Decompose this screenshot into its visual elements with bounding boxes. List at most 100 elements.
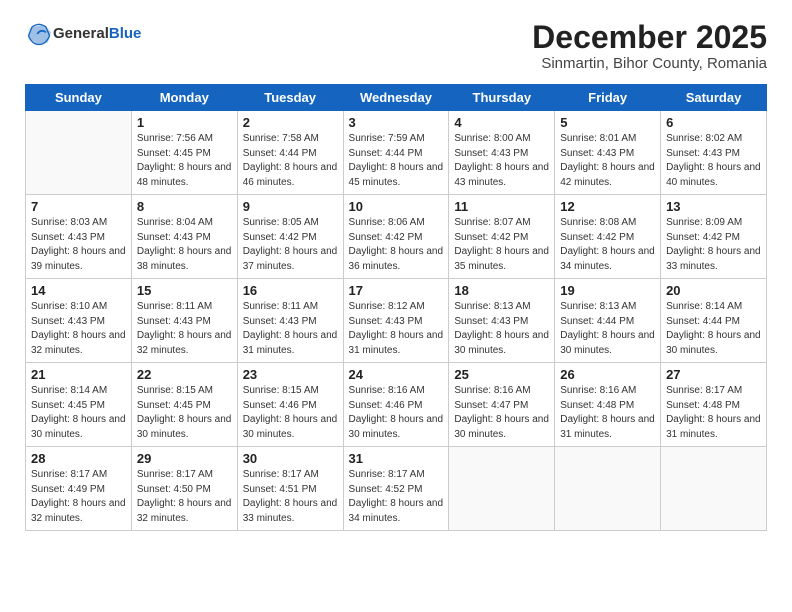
page: GeneralBlue December 2025 Sinmartin, Bih… (0, 0, 792, 612)
day-number: 17 (349, 283, 444, 298)
day-number: 3 (349, 115, 444, 130)
day-info: Sunrise: 7:58 AMSunset: 4:44 PMDaylight:… (243, 133, 338, 188)
calendar-week-row: 28 Sunrise: 8:17 AMSunset: 4:49 PMDayligh… (26, 447, 767, 531)
day-info: Sunrise: 8:13 AMSunset: 4:43 PMDaylight:… (454, 301, 549, 356)
day-info: Sunrise: 8:12 AMSunset: 4:43 PMDaylight:… (349, 301, 444, 356)
calendar-cell: 31 Sunrise: 8:17 AMSunset: 4:52 PMDayligh… (343, 447, 449, 531)
weekday-header: Sunday (26, 85, 132, 111)
day-number: 22 (137, 367, 232, 382)
day-number: 28 (31, 451, 126, 466)
day-number: 1 (137, 115, 232, 130)
day-number: 12 (560, 199, 655, 214)
day-info: Sunrise: 7:56 AMSunset: 4:45 PMDaylight:… (137, 133, 232, 188)
calendar-cell: 2 Sunrise: 7:58 AMSunset: 4:44 PMDaylight… (237, 111, 343, 195)
day-info: Sunrise: 8:00 AMSunset: 4:43 PMDaylight:… (454, 133, 549, 188)
calendar-cell: 5 Sunrise: 8:01 AMSunset: 4:43 PMDaylight… (555, 111, 661, 195)
day-info: Sunrise: 8:11 AMSunset: 4:43 PMDaylight:… (243, 301, 338, 356)
day-number: 21 (31, 367, 126, 382)
day-number: 15 (137, 283, 232, 298)
day-number: 9 (243, 199, 338, 214)
calendar-cell: 6Sunrise: 8:02 AMSunset: 4:43 PMDaylight… (661, 111, 767, 195)
day-number: 20 (666, 283, 761, 298)
day-number: 16 (243, 283, 338, 298)
calendar-cell (449, 447, 555, 531)
header: GeneralBlue December 2025 Sinmartin, Bih… (25, 20, 767, 72)
day-info: Sunrise: 8:17 AMSunset: 4:48 PMDaylight:… (666, 385, 761, 440)
logo: GeneralBlue (25, 20, 141, 48)
day-number: 8 (137, 199, 232, 214)
day-number: 4 (454, 115, 549, 130)
day-info: Sunrise: 8:07 AMSunset: 4:42 PMDaylight:… (454, 217, 549, 272)
calendar-cell: 30 Sunrise: 8:17 AMSunset: 4:51 PMDayligh… (237, 447, 343, 531)
month-title: December 2025 (532, 20, 767, 55)
calendar-cell: 24 Sunrise: 8:16 AMSunset: 4:46 PMDayligh… (343, 363, 449, 447)
day-info: Sunrise: 8:14 AMSunset: 4:44 PMDaylight:… (666, 301, 761, 356)
weekday-header: Saturday (661, 85, 767, 111)
day-info: Sunrise: 8:17 AMSunset: 4:49 PMDaylight:… (31, 469, 126, 524)
weekday-header: Thursday (449, 85, 555, 111)
weekday-header: Tuesday (237, 85, 343, 111)
day-number: 7 (31, 199, 126, 214)
day-number: 26 (560, 367, 655, 382)
calendar-cell: 1 Sunrise: 7:56 AMSunset: 4:45 PMDaylight… (131, 111, 237, 195)
calendar-cell (555, 447, 661, 531)
day-number: 25 (454, 367, 549, 382)
calendar-cell: 25Sunrise: 8:16 AMSunset: 4:47 PMDayligh… (449, 363, 555, 447)
calendar-table: SundayMondayTuesdayWednesdayThursdayFrid… (25, 84, 767, 531)
calendar-cell: 20 Sunrise: 8:14 AMSunset: 4:44 PMDayligh… (661, 279, 767, 363)
day-info: Sunrise: 8:01 AMSunset: 4:43 PMDaylight:… (560, 133, 655, 188)
day-number: 27 (666, 367, 761, 382)
calendar-cell: 17 Sunrise: 8:12 AMSunset: 4:43 PMDayligh… (343, 279, 449, 363)
day-number: 31 (349, 451, 444, 466)
day-info: Sunrise: 8:17 AMSunset: 4:52 PMDaylight:… (349, 469, 444, 524)
calendar-week-row: 1 Sunrise: 7:56 AMSunset: 4:45 PMDaylight… (26, 111, 767, 195)
calendar-cell (26, 111, 132, 195)
day-info: Sunrise: 8:14 AMSunset: 4:45 PMDaylight:… (31, 385, 126, 440)
calendar-cell (661, 447, 767, 531)
day-info: Sunrise: 8:05 AMSunset: 4:42 PMDaylight:… (243, 217, 338, 272)
calendar-cell: 8Sunrise: 8:04 AMSunset: 4:43 PMDaylight… (131, 195, 237, 279)
day-info: Sunrise: 7:59 AMSunset: 4:44 PMDaylight:… (349, 133, 444, 188)
day-number: 14 (31, 283, 126, 298)
day-info: Sunrise: 8:02 AMSunset: 4:43 PMDaylight:… (666, 133, 761, 188)
day-info: Sunrise: 8:16 AMSunset: 4:46 PMDaylight:… (349, 385, 444, 440)
day-info: Sunrise: 8:09 AMSunset: 4:42 PMDaylight:… (666, 217, 761, 272)
calendar-cell: 12Sunrise: 8:08 AMSunset: 4:42 PMDayligh… (555, 195, 661, 279)
day-number: 2 (243, 115, 338, 130)
calendar-cell: 28 Sunrise: 8:17 AMSunset: 4:49 PMDayligh… (26, 447, 132, 531)
day-number: 11 (454, 199, 549, 214)
calendar-cell: 23 Sunrise: 8:15 AMSunset: 4:46 PMDayligh… (237, 363, 343, 447)
location-title: Sinmartin, Bihor County, Romania (532, 55, 767, 72)
day-info: Sunrise: 8:15 AMSunset: 4:45 PMDaylight:… (137, 385, 232, 440)
calendar-cell: 27 Sunrise: 8:17 AMSunset: 4:48 PMDayligh… (661, 363, 767, 447)
calendar-cell: 14Sunrise: 8:10 AMSunset: 4:43 PMDayligh… (26, 279, 132, 363)
calendar-cell: 10Sunrise: 8:06 AMSunset: 4:42 PMDayligh… (343, 195, 449, 279)
day-info: Sunrise: 8:16 AMSunset: 4:48 PMDaylight:… (560, 385, 655, 440)
calendar-cell: 11 Sunrise: 8:07 AMSunset: 4:42 PMDayligh… (449, 195, 555, 279)
calendar-week-row: 21 Sunrise: 8:14 AMSunset: 4:45 PMDayligh… (26, 363, 767, 447)
calendar-cell: 3 Sunrise: 7:59 AMSunset: 4:44 PMDaylight… (343, 111, 449, 195)
day-number: 19 (560, 283, 655, 298)
day-info: Sunrise: 8:06 AMSunset: 4:42 PMDaylight:… (349, 217, 444, 272)
weekday-header: Wednesday (343, 85, 449, 111)
day-info: Sunrise: 8:13 AMSunset: 4:44 PMDaylight:… (560, 301, 655, 356)
calendar-cell: 21 Sunrise: 8:14 AMSunset: 4:45 PMDayligh… (26, 363, 132, 447)
calendar-cell: 19 Sunrise: 8:13 AMSunset: 4:44 PMDayligh… (555, 279, 661, 363)
logo-general: General (53, 25, 109, 42)
day-number: 18 (454, 283, 549, 298)
day-number: 30 (243, 451, 338, 466)
calendar-cell: 29Sunrise: 8:17 AMSunset: 4:50 PMDayligh… (131, 447, 237, 531)
calendar-week-row: 7Sunrise: 8:03 AMSunset: 4:43 PMDaylight… (26, 195, 767, 279)
weekday-header-row: SundayMondayTuesdayWednesdayThursdayFrid… (26, 85, 767, 111)
calendar-cell: 4 Sunrise: 8:00 AMSunset: 4:43 PMDaylight… (449, 111, 555, 195)
day-number: 24 (349, 367, 444, 382)
calendar-cell: 7Sunrise: 8:03 AMSunset: 4:43 PMDaylight… (26, 195, 132, 279)
day-info: Sunrise: 8:15 AMSunset: 4:46 PMDaylight:… (243, 385, 338, 440)
day-number: 23 (243, 367, 338, 382)
day-info: Sunrise: 8:17 AMSunset: 4:50 PMDaylight:… (137, 469, 232, 524)
calendar-cell: 26 Sunrise: 8:16 AMSunset: 4:48 PMDayligh… (555, 363, 661, 447)
day-info: Sunrise: 8:17 AMSunset: 4:51 PMDaylight:… (243, 469, 338, 524)
generalblue-icon (25, 20, 53, 48)
day-number: 5 (560, 115, 655, 130)
calendar-week-row: 14Sunrise: 8:10 AMSunset: 4:43 PMDayligh… (26, 279, 767, 363)
